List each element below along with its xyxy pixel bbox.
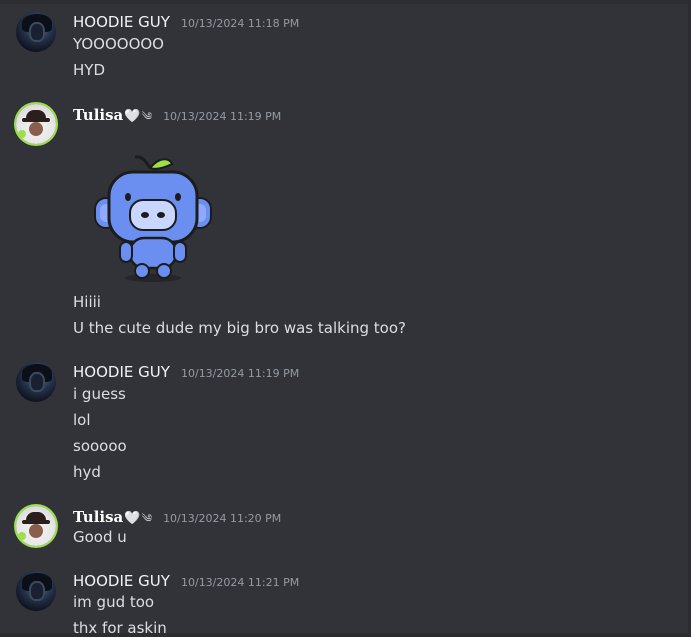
message-header: Tulisa🤍༄ 10/13/2024 11:19 PM (73, 104, 281, 135)
avatar-decoration (18, 532, 26, 540)
heart-icon: 🤍 (124, 109, 141, 124)
message-text: i guess (73, 385, 126, 403)
avatar-face (29, 122, 43, 136)
avatar[interactable] (16, 104, 56, 144)
timestamp[interactable]: 10/13/2024 11:20 PM (163, 512, 281, 525)
username[interactable]: HOODIE GUY (73, 572, 170, 590)
message-header: HOODIE GUY 10/13/2024 11:19 PM (73, 362, 299, 381)
avatar[interactable] (16, 362, 56, 402)
message-text: lol (73, 411, 91, 429)
message-text: Good u (73, 528, 127, 546)
username[interactable]: Tulisa (73, 106, 123, 124)
avatar[interactable] (16, 12, 56, 52)
timestamp[interactable]: 10/13/2024 11:21 PM (181, 576, 299, 589)
swirl-icon: ༄ (141, 110, 152, 123)
message-header: HOODIE GUY 10/13/2024 11:21 PM (73, 571, 299, 590)
avatar-face (29, 372, 45, 392)
timestamp[interactable]: 10/13/2024 11:18 PM (181, 17, 299, 30)
message-text: hyd (73, 463, 101, 481)
message-text: Hiiii (73, 293, 101, 311)
avatar-decoration (18, 130, 26, 138)
timestamp[interactable]: 10/13/2024 11:19 PM (181, 367, 299, 380)
avatar-face (29, 22, 45, 42)
sticker-image[interactable] (90, 150, 220, 284)
avatar[interactable] (16, 571, 56, 611)
top-edge (0, 0, 691, 4)
message-text: thx for askin (73, 619, 167, 637)
message-text: sooooo (73, 437, 127, 455)
avatar-face (29, 581, 45, 601)
message-text: U the cute dude my big bro was talking t… (73, 319, 406, 337)
message-header: HOODIE GUY 10/13/2024 11:18 PM (73, 12, 299, 31)
message-text: YOOOOOOO (73, 35, 164, 53)
swirl-icon: ༄ (141, 512, 152, 525)
message-text: HYD (73, 61, 105, 79)
message-text: im gud too (73, 593, 155, 611)
avatar-face (29, 524, 43, 538)
username[interactable]: HOODIE GUY (73, 13, 170, 31)
timestamp[interactable]: 10/13/2024 11:19 PM (163, 110, 281, 123)
blue-mascot-sticker-icon (94, 155, 212, 282)
avatar[interactable] (16, 506, 56, 546)
heart-icon: 🤍 (124, 511, 141, 526)
username[interactable]: HOODIE GUY (73, 363, 170, 381)
username[interactable]: Tulisa (73, 508, 123, 526)
